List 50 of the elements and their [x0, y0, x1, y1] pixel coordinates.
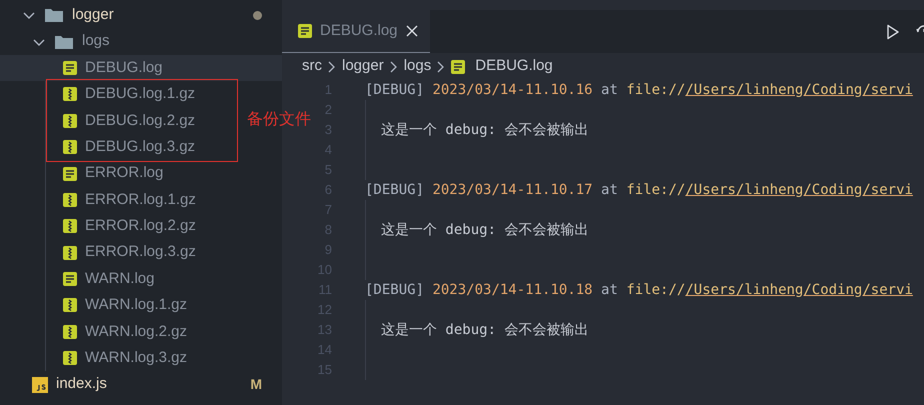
file-tree-item[interactable]: DEBUG.log.3.gz — [0, 134, 240, 160]
file-tree-item[interactable]: index.js M — [0, 371, 282, 398]
log-message: 这是一个 debug: 会不会被输出 — [380, 120, 588, 140]
js-file-icon — [32, 376, 48, 393]
log-message: 这是一个 debug: 会不会被输出 — [380, 220, 588, 240]
zip-file-icon — [63, 298, 77, 312]
zip-file-icon — [63, 192, 77, 207]
file-tree-item[interactable]: ERROR.log.2.gz — [0, 213, 282, 240]
chevron-right-icon — [437, 60, 446, 72]
zip-file-icon — [63, 246, 77, 260]
editor-tab[interactable]: DEBUG.log — [282, 10, 430, 53]
breadcrumb-item[interactable]: logger — [342, 55, 384, 78]
file-tree-item[interactable]: ERROR.log.3.gz — [0, 240, 282, 266]
annotation-label: 备份文件 — [247, 110, 311, 130]
folder-icon — [54, 34, 74, 50]
file-tree-item[interactable]: WARN.log.2.gz — [0, 318, 282, 346]
file-tree-item[interactable]: WARN.log.3.gz — [0, 345, 282, 372]
zip-file-icon — [63, 87, 77, 102]
breadcrumb-item[interactable]: src — [302, 55, 322, 78]
text-file-icon — [298, 24, 312, 38]
file-tree-item[interactable]: logger — [0, 2, 282, 28]
text-file-icon — [63, 60, 77, 75]
file-tree-item[interactable]: ERROR.log — [0, 160, 282, 187]
zip-file-icon — [63, 114, 77, 128]
text-file-icon — [451, 60, 466, 74]
file-tree-item[interactable]: DEBUG.log.2.gz — [0, 108, 240, 134]
zip-file-icon — [63, 219, 77, 234]
log-message: 这是一个 debug: 会不会被输出 — [380, 320, 588, 340]
chevron-right-icon — [390, 60, 398, 72]
log-line: [DEBUG] 2023/03/14-11.10.18 at file:///Users/linheng/Coding/servi — [365, 280, 913, 300]
file-tree-item[interactable]: WARN.log — [0, 266, 282, 292]
text-file-icon — [63, 272, 77, 286]
file-tree-item[interactable]: ERROR.log.1.gz — [0, 186, 282, 214]
folder-icon — [44, 7, 64, 24]
git-status: M — [250, 375, 262, 394]
zip-file-icon — [63, 324, 77, 339]
file-tree-item[interactable]: DEBUG.log — [0, 54, 282, 82]
log-line: [DEBUG] 2023/03/14-11.10.17 at file:///Users/linheng/Coding/servi — [365, 180, 913, 200]
file-tree-item[interactable]: WARN.log.1.gz — [0, 292, 282, 319]
file-tree-item[interactable]: logs — [0, 28, 282, 55]
log-line: [DEBUG] 2023/03/14-11.10.16 at file:///Users/linheng/Coding/servi — [365, 80, 913, 100]
close-icon[interactable] — [406, 25, 418, 37]
text-file-icon — [63, 166, 77, 181]
breadcrumb-item[interactable]: DEBUG.log — [475, 55, 553, 78]
file-tree-item[interactable]: DEBUG.log.1.gz — [0, 81, 240, 108]
breadcrumb-item[interactable]: logs — [404, 55, 432, 78]
play-icon[interactable] — [886, 24, 900, 40]
chevron-right-icon — [328, 60, 336, 72]
zip-file-icon — [63, 351, 77, 366]
zip-file-icon — [63, 140, 77, 154]
